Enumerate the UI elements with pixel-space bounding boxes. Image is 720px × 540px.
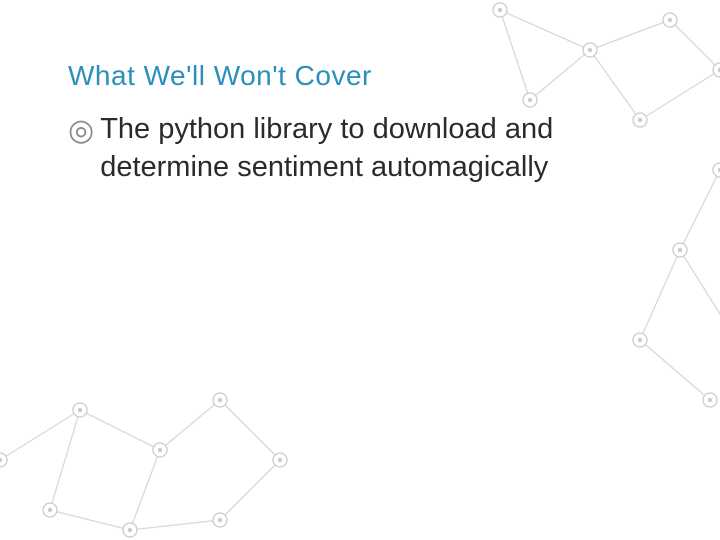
slide-title: What We'll Won't Cover — [68, 60, 660, 92]
slide: What We'll Won't Cover ◎ The python libr… — [0, 0, 720, 540]
network-decoration-bottom-left — [0, 370, 290, 540]
bullet-target-icon: ◎ — [68, 112, 94, 150]
network-decoration-right — [620, 160, 720, 420]
bullet-text: The python library to download and deter… — [100, 110, 640, 186]
bullet-item: ◎ The python library to download and det… — [68, 110, 660, 186]
